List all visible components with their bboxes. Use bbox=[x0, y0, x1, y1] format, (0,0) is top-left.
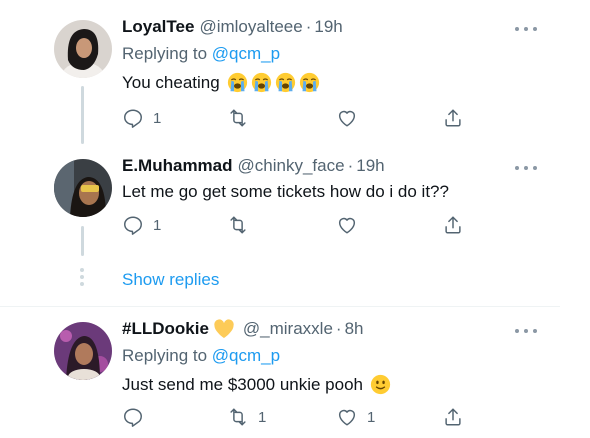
retweet-icon bbox=[230, 216, 246, 234]
tweet-header: #LLDookie @_miraxxle · 8h bbox=[122, 317, 364, 341]
tweet-loyaltee[interactable]: LoyalTee @imloyalteee · 19h Replying to … bbox=[0, 0, 560, 140]
tweet-text: You cheating bbox=[122, 72, 320, 93]
reply-icon bbox=[124, 216, 142, 235]
heart-icon bbox=[338, 110, 356, 127]
replying-prefix: Replying to bbox=[122, 346, 212, 365]
reply-icon bbox=[124, 109, 142, 128]
tweet-text-content: Just send me $3000 unkie pooh bbox=[122, 374, 364, 394]
retweet-icon bbox=[230, 408, 246, 426]
tweet-lldookie[interactable]: #LLDookie @_miraxxle · 8h Replying to @q… bbox=[0, 307, 560, 438]
replying-prefix: Replying to bbox=[122, 44, 212, 63]
slightly-smiling-face-icon bbox=[370, 374, 391, 395]
tweet-header: E.Muhammad @chinky_face · 19h bbox=[122, 154, 385, 178]
more-options-icon[interactable] bbox=[515, 23, 537, 35]
separator-dot: · bbox=[305, 17, 312, 36]
retweet-button[interactable]: 1 bbox=[227, 405, 266, 429]
heart-icon bbox=[338, 409, 356, 426]
display-name[interactable]: #LLDookie bbox=[122, 319, 209, 339]
separator-dot: · bbox=[335, 319, 342, 338]
share-icon bbox=[445, 408, 461, 426]
tweet-actions: 1 bbox=[122, 106, 482, 130]
tweet-text-content: Let me go get some tickets how do i do i… bbox=[122, 182, 449, 201]
loudly-crying-face-icon bbox=[275, 72, 296, 93]
timestamp[interactable]: 8h bbox=[345, 319, 364, 339]
tweet-text: Just send me $3000 unkie pooh bbox=[122, 374, 391, 395]
avatar[interactable] bbox=[54, 322, 112, 380]
tweet-actions: 1 1 bbox=[122, 405, 482, 429]
mention-link[interactable]: @qcm_p bbox=[212, 44, 280, 63]
replying-to: Replying to @qcm_p bbox=[122, 346, 280, 366]
loudly-crying-face-icon bbox=[251, 72, 272, 93]
tweet-text-content: You cheating bbox=[122, 72, 220, 92]
retweet-icon bbox=[230, 109, 246, 127]
yellow-heart-icon bbox=[213, 319, 235, 339]
display-name[interactable]: E.Muhammad bbox=[122, 156, 233, 176]
timestamp[interactable]: 19h bbox=[356, 156, 384, 176]
tweet-actions: 1 bbox=[122, 213, 482, 237]
avatar[interactable] bbox=[54, 20, 112, 78]
mention-link[interactable]: @qcm_p bbox=[212, 346, 280, 365]
reply-count: 1 bbox=[153, 216, 162, 234]
heart-icon bbox=[338, 217, 356, 234]
display-name[interactable]: LoyalTee bbox=[122, 17, 194, 37]
avatar[interactable] bbox=[54, 159, 112, 217]
like-count: 1 bbox=[367, 408, 376, 426]
share-icon bbox=[445, 216, 461, 234]
like-button[interactable] bbox=[336, 213, 367, 237]
tweet-text: Let me go get some tickets how do i do i… bbox=[122, 182, 449, 202]
reply-button[interactable] bbox=[122, 405, 153, 429]
retweet-button[interactable] bbox=[227, 213, 258, 237]
share-button[interactable] bbox=[442, 405, 464, 429]
more-options-icon[interactable] bbox=[515, 162, 537, 174]
share-button[interactable] bbox=[442, 213, 464, 237]
user-handle[interactable]: @imloyalteee bbox=[199, 17, 302, 37]
separator-dot: · bbox=[347, 156, 354, 175]
more-options-icon[interactable] bbox=[515, 325, 537, 337]
tweet-e-muhammad[interactable]: E.Muhammad @chinky_face · 19h Let me go … bbox=[0, 145, 560, 250]
user-handle[interactable]: @_miraxxle bbox=[243, 319, 333, 339]
reply-button[interactable]: 1 bbox=[122, 106, 161, 130]
retweet-count: 1 bbox=[258, 408, 267, 426]
show-replies-link[interactable]: Show replies bbox=[122, 270, 219, 290]
timestamp[interactable]: 19h bbox=[314, 17, 342, 37]
reply-button[interactable]: 1 bbox=[122, 213, 161, 237]
like-button[interactable] bbox=[336, 106, 367, 130]
retweet-button[interactable] bbox=[227, 106, 258, 130]
tweet-header: LoyalTee @imloyalteee · 19h bbox=[122, 15, 343, 39]
like-button[interactable]: 1 bbox=[336, 405, 375, 429]
more-replies-dots bbox=[80, 268, 84, 286]
share-button[interactable] bbox=[442, 106, 464, 130]
loudly-crying-face-icon bbox=[227, 72, 248, 93]
user-handle[interactable]: @chinky_face bbox=[238, 156, 345, 176]
reply-icon bbox=[124, 408, 142, 427]
share-icon bbox=[445, 109, 461, 127]
reply-count: 1 bbox=[153, 109, 162, 127]
replying-to: Replying to @qcm_p bbox=[122, 44, 280, 64]
loudly-crying-face-icon bbox=[299, 72, 320, 93]
